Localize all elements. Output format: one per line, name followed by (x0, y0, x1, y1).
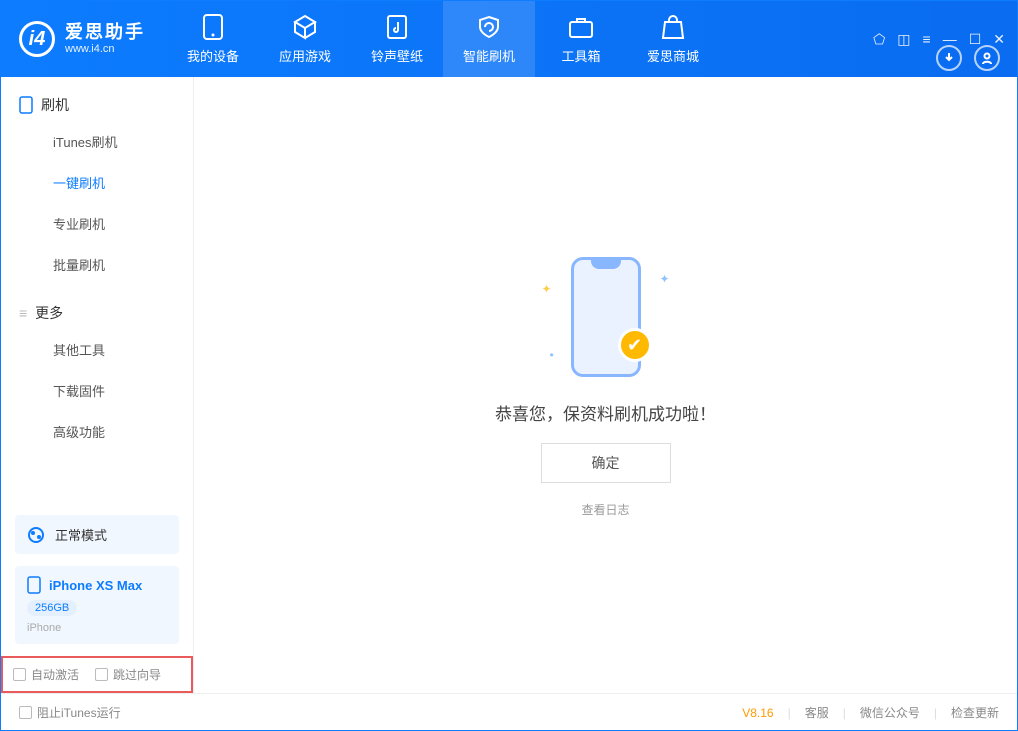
statusbar: 阻止iTunes运行 V8.16 | 客服 | 微信公众号 | 检查更新 (1, 693, 1017, 731)
phone-icon (19, 96, 33, 114)
mode-icon (27, 526, 45, 544)
device-name: iPhone XS Max (49, 578, 142, 593)
app-logo: i4 爱思助手 www.i4.cn (1, 21, 167, 57)
skip-guide-checkbox[interactable]: 跳过向导 (95, 666, 161, 683)
briefcase-icon (568, 14, 594, 40)
sidebar-item-oneclick-flash[interactable]: 一键刷机 (1, 162, 193, 203)
download-icon[interactable] (936, 45, 962, 71)
sidebar-item-itunes-flash[interactable]: iTunes刷机 (1, 121, 193, 162)
tab-my-device[interactable]: 我的设备 (167, 1, 259, 77)
phone-small-icon (27, 576, 41, 594)
checkbox-icon (13, 668, 26, 681)
auto-activate-checkbox[interactable]: 自动激活 (13, 666, 79, 683)
tab-label: 爱思商城 (647, 46, 699, 65)
options-row: 自动激活 跳过向导 (1, 656, 193, 693)
tab-store[interactable]: 爱思商城 (627, 1, 719, 77)
device-icon (200, 14, 226, 40)
sidebar: 刷机 iTunes刷机 一键刷机 专业刷机 批量刷机 ≡ 更多 其他工具 下载固… (1, 77, 194, 693)
sidebar-item-other-tools[interactable]: 其他工具 (1, 329, 193, 370)
menu-icon[interactable]: ≡ (923, 31, 931, 48)
user-icon[interactable] (974, 45, 1000, 71)
customer-service-link[interactable]: 客服 (805, 704, 829, 721)
tab-apps[interactable]: 应用游戏 (259, 1, 351, 77)
tab-flash[interactable]: 智能刷机 (443, 1, 535, 77)
titlebar: i4 爱思助手 www.i4.cn 我的设备 应用游戏 铃声壁纸 智能刷机 工具… (1, 1, 1017, 77)
success-illustration: ✦ ✦ • ✔ (536, 252, 676, 382)
block-itunes-checkbox[interactable]: 阻止iTunes运行 (19, 704, 121, 721)
view-log-link[interactable]: 查看日志 (581, 501, 629, 518)
storage-badge: 256GB (27, 600, 77, 616)
wechat-link[interactable]: 微信公众号 (860, 704, 920, 721)
tab-label: 应用游戏 (279, 46, 331, 65)
check-update-link[interactable]: 检查更新 (951, 704, 999, 721)
checkbox-icon (95, 668, 108, 681)
cube-icon (292, 14, 318, 40)
ok-button[interactable]: 确定 (541, 443, 671, 483)
mode-label: 正常模式 (55, 525, 107, 544)
sidebar-item-pro-flash[interactable]: 专业刷机 (1, 203, 193, 244)
shirt-icon[interactable]: ⬠ (873, 31, 885, 48)
success-message: 恭喜您，保资料刷机成功啦！ (495, 400, 716, 425)
list-icon: ≡ (19, 305, 27, 321)
sidebar-item-batch-flash[interactable]: 批量刷机 (1, 244, 193, 285)
device-mode-card[interactable]: 正常模式 (15, 515, 179, 554)
app-name: 爱思助手 (65, 22, 145, 43)
sidebar-item-advanced[interactable]: 高级功能 (1, 411, 193, 452)
refresh-shield-icon (476, 14, 502, 40)
sidebar-item-download-firmware[interactable]: 下载固件 (1, 370, 193, 411)
tab-label: 工具箱 (561, 46, 600, 65)
app-url: www.i4.cn (65, 43, 145, 56)
version-label: V8.16 (742, 706, 773, 720)
logo-icon: i4 (19, 21, 55, 57)
tab-ringtones[interactable]: 铃声壁纸 (351, 1, 443, 77)
device-type: iPhone (27, 622, 61, 634)
sidebar-section-more: ≡ 更多 (1, 285, 193, 329)
bag-icon (660, 14, 686, 40)
check-badge-icon: ✔ (618, 328, 652, 362)
sidebar-section-flash: 刷机 (1, 77, 193, 121)
main-tabs: 我的设备 应用游戏 铃声壁纸 智能刷机 工具箱 爱思商城 (167, 1, 719, 77)
tab-label: 我的设备 (187, 46, 239, 65)
checkbox-icon (19, 706, 32, 719)
tab-label: 铃声壁纸 (371, 46, 423, 65)
lock-icon[interactable]: ◫ (897, 31, 910, 48)
tab-label: 智能刷机 (463, 46, 515, 65)
tab-toolbox[interactable]: 工具箱 (535, 1, 627, 77)
main-content: ✦ ✦ • ✔ 恭喜您，保资料刷机成功啦！ 确定 查看日志 (194, 77, 1017, 693)
music-file-icon (384, 14, 410, 40)
device-info-card[interactable]: iPhone XS Max 256GB iPhone (15, 566, 179, 644)
